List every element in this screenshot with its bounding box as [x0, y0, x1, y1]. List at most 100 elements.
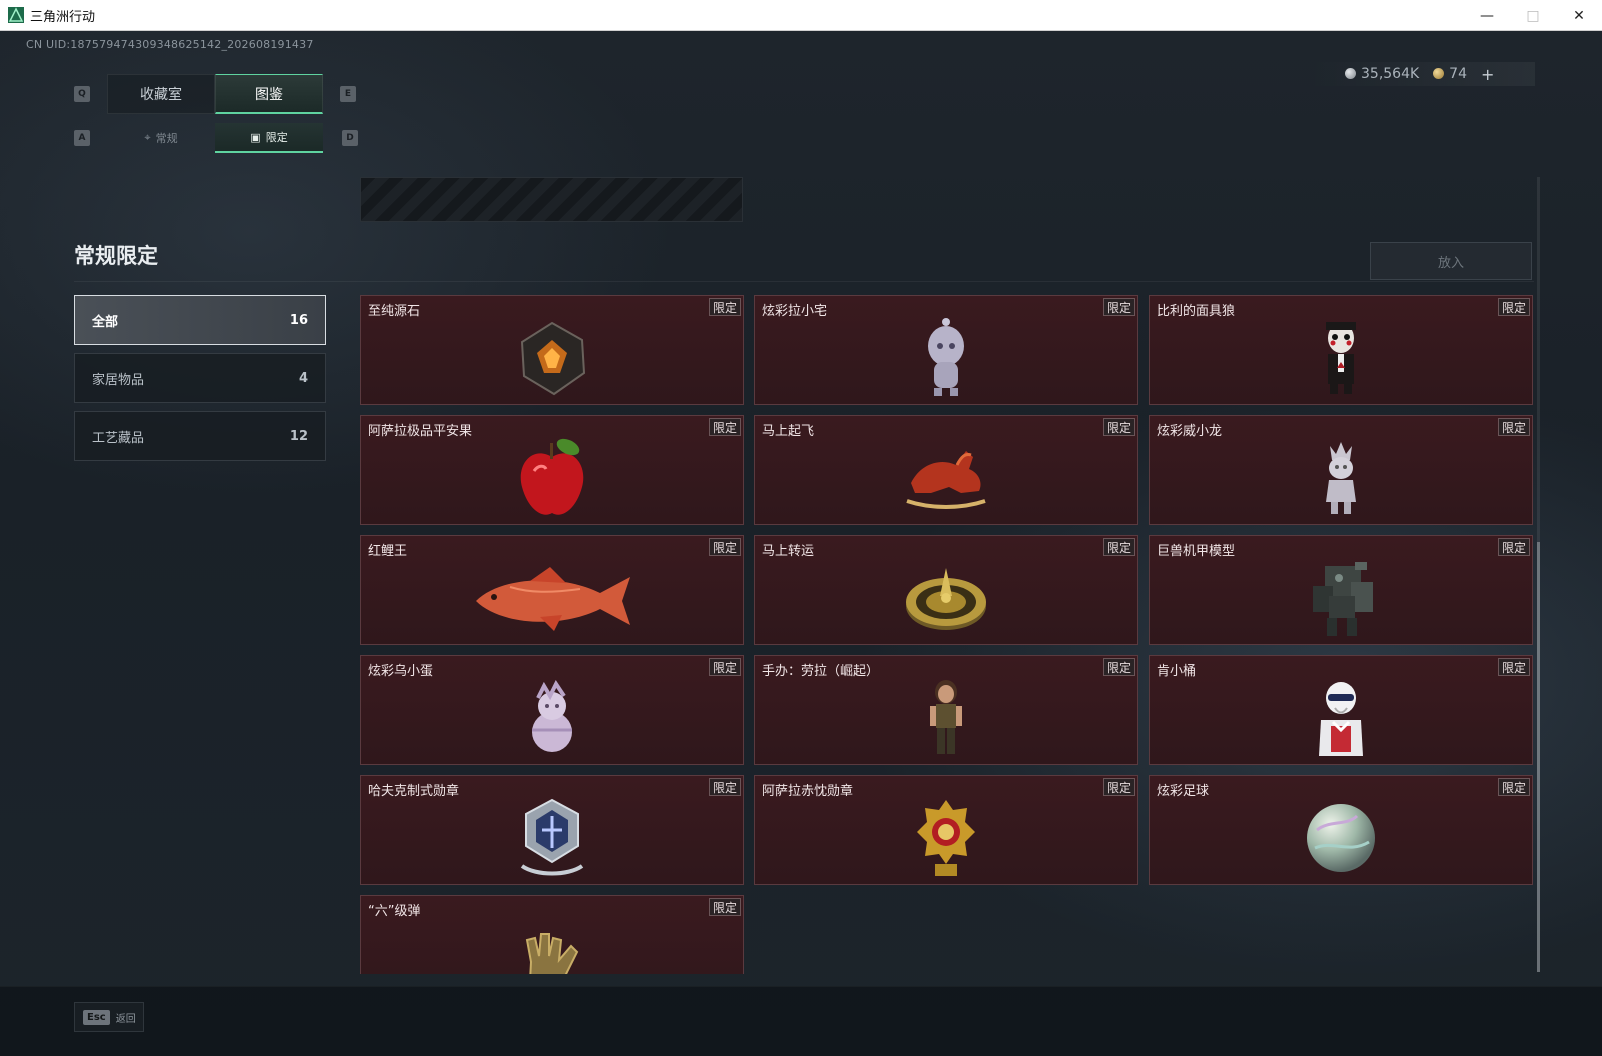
- item-name: 炫彩威小龙: [1157, 424, 1223, 439]
- add-currency-button[interactable]: +: [1481, 65, 1494, 84]
- limited-tag: 限定: [709, 898, 741, 916]
- item-name: 马上起飞: [762, 424, 815, 439]
- banner-placeholder: [360, 177, 743, 222]
- subtab-limited-label: 限定: [265, 131, 288, 144]
- category-label: 全部: [92, 314, 119, 330]
- gem-icon: [467, 314, 637, 402]
- silver-coin-icon: [1345, 68, 1356, 79]
- minimize-button[interactable]: —: [1464, 0, 1510, 31]
- item-card[interactable]: 阿萨拉极品平安果 限定: [360, 415, 744, 525]
- limited-tag: 限定: [1498, 778, 1530, 796]
- silver-amount: 35,564K: [1361, 66, 1420, 82]
- esc-key-hint: Esc: [83, 1009, 110, 1025]
- item-name: 炫彩拉小宅: [762, 304, 828, 319]
- category-all[interactable]: 全部 16: [74, 295, 326, 345]
- subtab-limited[interactable]: ▣ 限定: [215, 123, 323, 153]
- item-card[interactable]: 红鲤王 限定: [360, 535, 744, 645]
- subtab-regular[interactable]: ⌖ 常规: [107, 123, 215, 153]
- limited-tag: 限定: [709, 538, 741, 556]
- fish-icon: [467, 554, 637, 642]
- figure-icon: [861, 674, 1031, 762]
- limited-tag: 限定: [1498, 538, 1530, 556]
- item-card[interactable]: “六”级弹 限定: [360, 895, 744, 974]
- main-tabs: 收藏室 图鉴: [107, 74, 323, 114]
- limited-tag: 限定: [1103, 538, 1135, 556]
- item-card[interactable]: 肯小桶 限定: [1149, 655, 1533, 765]
- item-name: 阿萨拉赤忱勋章: [762, 784, 854, 799]
- item-name: “六”级弹: [368, 904, 421, 919]
- window-title: 三角洲行动: [30, 9, 96, 25]
- grid-scrollbar[interactable]: [1537, 177, 1540, 972]
- medal-icon: [861, 794, 1031, 882]
- category-count: 16: [289, 312, 308, 328]
- limited-tag: 限定: [1498, 418, 1530, 436]
- key-hint-a: A: [74, 130, 90, 146]
- item-name: 炫彩乌小蛋: [368, 664, 434, 679]
- category-crafts[interactable]: 工艺藏品 12: [74, 411, 326, 461]
- item-name: 比利的面具狼: [1157, 304, 1236, 319]
- app-icon: [8, 7, 24, 23]
- gold-amount: 74: [1449, 66, 1467, 82]
- limited-tag: 限定: [1103, 418, 1135, 436]
- window-titlebar: 三角洲行动 — □ ✕: [0, 0, 1602, 31]
- badge-icon: [467, 794, 637, 882]
- ball-icon: [1256, 794, 1426, 882]
- bottom-bar: Esc 返回: [0, 986, 1602, 1056]
- item-name: 马上转运: [762, 544, 815, 559]
- game-screen: CN UID:1875794743093486251​42_2026081914…: [0, 31, 1602, 1056]
- category-home-items[interactable]: 家居物品 4: [74, 353, 326, 403]
- silver-currency: 35,564K: [1345, 66, 1419, 82]
- item-name: 炫彩足球: [1157, 784, 1210, 799]
- key-hint-e: E: [340, 86, 356, 102]
- item-card[interactable]: 至纯源石 限定: [360, 295, 744, 405]
- category-list: 全部 16 家居物品 4 工艺藏品 12: [74, 295, 326, 469]
- item-card[interactable]: 炫彩拉小宅 限定: [754, 295, 1138, 405]
- item-name: 巨兽机甲模型: [1157, 544, 1236, 559]
- divider: [74, 281, 1534, 282]
- category-count: 12: [289, 428, 308, 444]
- item-card[interactable]: 比利的面具狼 限定: [1149, 295, 1533, 405]
- limited-tag: 限定: [1498, 298, 1530, 316]
- category-label: 家居物品: [92, 372, 145, 388]
- currency-bar: 35,564K 74 +: [1305, 62, 1535, 86]
- gold-coin-icon: [1433, 68, 1445, 79]
- back-button[interactable]: Esc 返回: [74, 1002, 144, 1032]
- limited-tag: 限定: [709, 298, 741, 316]
- maximize-button[interactable]: □: [1510, 0, 1556, 31]
- item-name: 肯小桶: [1157, 664, 1197, 679]
- item-card[interactable]: 炫彩威小龙 限定: [1149, 415, 1533, 525]
- horse-icon: [861, 434, 1031, 522]
- limited-tag: 限定: [709, 418, 741, 436]
- limited-tag: 限定: [709, 658, 741, 676]
- item-name: 至纯源石: [368, 304, 421, 319]
- item-card[interactable]: 手办：劳拉（崛起） 限定: [754, 655, 1138, 765]
- sub-tabs: ⌖ 常规 ▣ 限定: [107, 123, 323, 153]
- item-name: 阿萨拉极品平安果: [368, 424, 473, 439]
- item-name: 红鲤王: [368, 544, 408, 559]
- item-card[interactable]: 马上起飞 限定: [754, 415, 1138, 525]
- key-hint-d: D: [342, 130, 358, 146]
- section-title: 常规限定: [74, 244, 158, 268]
- category-count: 4: [298, 370, 308, 386]
- item-card[interactable]: 马上转运 限定: [754, 535, 1138, 645]
- item-card[interactable]: 炫彩足球 限定: [1149, 775, 1533, 885]
- item-card[interactable]: 哈夫克制式勋章 限定: [360, 775, 744, 885]
- item-card[interactable]: 炫彩乌小蛋 限定: [360, 655, 744, 765]
- limited-tag: 限定: [1498, 658, 1530, 676]
- key-hint-q: Q: [74, 86, 90, 102]
- close-button[interactable]: ✕: [1556, 0, 1602, 31]
- scrollbar-thumb[interactable]: [1537, 542, 1540, 972]
- compass-icon: [861, 554, 1031, 642]
- place-button[interactable]: 放入: [1370, 242, 1532, 280]
- apple-icon: [467, 434, 637, 522]
- limited-tag: 限定: [1103, 778, 1135, 796]
- item-card[interactable]: 阿萨拉赤忱勋章 限定: [754, 775, 1138, 885]
- back-label: 返回: [115, 1013, 136, 1025]
- tab-catalog[interactable]: 图鉴: [215, 74, 323, 114]
- item-card[interactable]: 巨兽机甲模型 限定: [1149, 535, 1533, 645]
- hand-icon: [467, 914, 637, 974]
- category-label: 工艺藏品: [92, 430, 145, 446]
- figurine-icon: [861, 314, 1031, 402]
- uid-label: CN UID:1875794743093486251​42_2026081914…: [26, 38, 314, 51]
- tab-collection-room[interactable]: 收藏室: [107, 74, 215, 114]
